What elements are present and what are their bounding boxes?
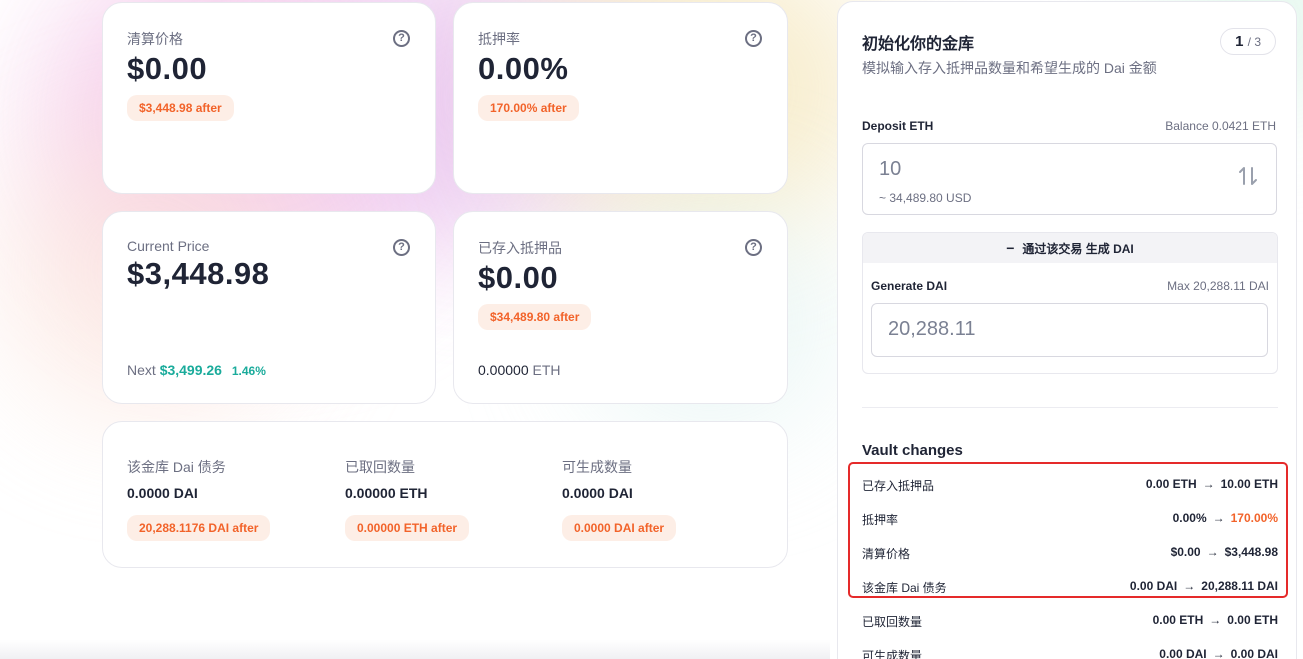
- available-after-badge: 0.0000 DAI after: [562, 515, 677, 541]
- deposit-input-box: ~ 34,489.80 USD: [862, 143, 1277, 215]
- vault-change-from: 0.00%: [1172, 511, 1207, 525]
- help-icon[interactable]: ?: [393, 239, 410, 256]
- vault-change-to: 170.00%: [1230, 511, 1278, 525]
- vault-change-row: 已存入抵押品 0.00 ETH → 10.00 ETH: [862, 477, 1278, 497]
- help-icon[interactable]: ?: [393, 30, 410, 47]
- collateral-eth-unit: ETH: [532, 362, 561, 378]
- vault-change-row: 该金库 Dai 债务 0.00 DAI → 20,288.11 DAI: [862, 579, 1278, 599]
- vault-change-values: 0.00 DAI → 0.00 DAI: [1159, 647, 1278, 659]
- panel-subtitle: 模拟输入存入抵押品数量和希望生成的 Dai 金额: [862, 60, 1157, 76]
- vault-change-values: 0.00% → 170.00%: [1173, 511, 1278, 525]
- collateral-locked-card: 已存入抵押品 $0.00 $34,489.80 after ? 0.00000 …: [453, 211, 788, 404]
- vault-change-row: 清算价格 $0.00 → $3,448.98: [862, 545, 1278, 565]
- vault-change-label: 已取回数量: [862, 615, 923, 629]
- step-total: / 3: [1247, 35, 1261, 49]
- collateral-eth-value: 0.00000: [478, 362, 529, 378]
- vault-change-to: 0.00 DAI: [1230, 647, 1278, 659]
- generate-input-box: [871, 303, 1268, 357]
- withdrawn-value: 0.00000 ETH: [345, 485, 428, 501]
- vault-change-label: 可生成数量: [862, 649, 923, 659]
- generate-dai-toggle[interactable]: − 通过该交易 生成 DAI: [863, 233, 1277, 263]
- help-icon[interactable]: ?: [745, 239, 762, 256]
- vault-change-to: 0.00 ETH: [1227, 613, 1278, 627]
- generate-dai-label: Generate DAI: [871, 279, 948, 293]
- collateral-locked-value: $0.00: [478, 260, 559, 295]
- vault-changes-title: Vault changes: [862, 442, 963, 459]
- vault-summary-card: 该金库 Dai 债务 0.0000 DAI 20,288.1176 DAI af…: [102, 421, 788, 568]
- collateral-ratio-card: 抵押率 0.00% 170.00% after ?: [453, 2, 788, 194]
- arrow-right-icon: →: [1183, 579, 1196, 593]
- bottom-fade: [0, 640, 830, 659]
- vault-change-values: 0.00 ETH → 0.00 ETH: [1153, 613, 1278, 627]
- vault-change-row: 已取回数量 0.00 ETH → 0.00 ETH: [862, 613, 1278, 633]
- current-price-label: Current Price: [127, 238, 210, 254]
- vault-change-values: $0.00 → $3,448.98: [1171, 545, 1278, 559]
- vault-change-from: 0.00 DAI: [1129, 579, 1178, 593]
- available-column: 可生成数量 0.0000 DAI 0.0000 DAI after: [562, 457, 677, 541]
- deposit-balance: Balance 0.0421 ETH: [1165, 119, 1276, 133]
- available-label: 可生成数量: [562, 459, 632, 475]
- vault-change-from: $0.00: [1170, 545, 1201, 559]
- vault-change-from: 0.00 DAI: [1159, 647, 1207, 659]
- deposit-label: Deposit ETH: [862, 119, 934, 133]
- withdrawn-after-badge: 0.00000 ETH after: [345, 515, 470, 541]
- deposit-eth-input[interactable]: [879, 158, 1219, 181]
- debt-after-badge: 20,288.1176 DAI after: [127, 515, 271, 541]
- debt-label: 该金库 Dai 债务: [127, 459, 226, 475]
- step-current: 1: [1235, 33, 1244, 50]
- collateral-ratio-after-badge: 170.00% after: [478, 95, 579, 121]
- arrow-right-icon: →: [1212, 647, 1225, 659]
- generate-dai-input[interactable]: [888, 318, 1248, 341]
- generate-dai-toggle-label: 通过该交易 生成 DAI: [1022, 241, 1134, 256]
- current-price-value: $3,448.98: [127, 256, 270, 291]
- collateral-ratio-label: 抵押率: [478, 31, 520, 47]
- next-price-line: Next $3,499.26 1.46%: [127, 362, 266, 378]
- minus-icon: −: [1006, 240, 1015, 256]
- arrow-right-icon: →: [1209, 613, 1222, 627]
- vault-change-to: $3,448.98: [1224, 545, 1278, 559]
- current-price-card: Current Price $3,448.98 ? Next $3,499.26…: [102, 211, 436, 404]
- available-value: 0.0000 DAI: [562, 485, 633, 501]
- help-icon[interactable]: ?: [745, 30, 762, 47]
- liquidation-price-after-badge: $3,448.98 after: [127, 95, 234, 121]
- arrow-right-icon: →: [1202, 477, 1215, 491]
- arrow-right-icon: →: [1206, 545, 1219, 559]
- next-price-label: Next: [127, 362, 156, 378]
- liquidation-price-card: 清算价格 $0.00 $3,448.98 after ?: [102, 2, 436, 194]
- collateral-ratio-value: 0.00%: [478, 51, 569, 86]
- deposit-usd-value: ~ 34,489.80 USD: [879, 191, 972, 205]
- vault-change-row: 抵押率 0.00% → 170.00%: [862, 511, 1278, 531]
- step-indicator: 1 / 3: [1220, 28, 1276, 55]
- generate-dai-section: − 通过该交易 生成 DAI Generate DAI Max 20,288.1…: [862, 232, 1278, 374]
- withdrawn-column: 已取回数量 0.00000 ETH 0.00000 ETH after: [345, 457, 470, 541]
- liquidation-price-label: 清算价格: [127, 31, 183, 47]
- next-price-value: $3,499.26: [159, 362, 222, 378]
- panel-title: 初始化你的金库: [862, 36, 975, 53]
- vault-change-label: 抵押率: [862, 513, 899, 527]
- generate-dai-max[interactable]: Max 20,288.11 DAI: [1167, 279, 1269, 293]
- debt-value: 0.0000 DAI: [127, 485, 198, 501]
- collateral-eth-amount: 0.00000 ETH: [478, 362, 561, 378]
- vault-change-values: 0.00 ETH → 10.00 ETH: [1146, 477, 1278, 491]
- withdrawn-label: 已取回数量: [345, 459, 415, 475]
- vault-change-values: 0.00 DAI → 20,288.11 DAI: [1130, 579, 1278, 593]
- panel-divider: [862, 407, 1278, 408]
- vault-change-to: 10.00 ETH: [1220, 477, 1278, 491]
- vault-change-from: 0.00 ETH: [1152, 613, 1204, 627]
- vault-change-label: 已存入抵押品: [862, 479, 935, 493]
- swap-icon[interactable]: [1238, 164, 1258, 188]
- collateral-locked-label: 已存入抵押品: [478, 240, 562, 256]
- vault-change-label: 该金库 Dai 债务: [862, 581, 947, 595]
- collateral-locked-after-badge: $34,489.80 after: [478, 304, 592, 330]
- next-price-percent: 1.46%: [231, 364, 266, 378]
- open-vault-panel: 初始化你的金库 模拟输入存入抵押品数量和希望生成的 Dai 金额 1 / 3 D…: [837, 1, 1297, 659]
- vault-change-to: 20,288.11 DAI: [1201, 579, 1278, 593]
- vault-change-row: 可生成数量 0.00 DAI → 0.00 DAI: [862, 647, 1278, 659]
- vault-change-from: 0.00 ETH: [1145, 477, 1197, 491]
- arrow-right-icon: →: [1212, 511, 1225, 525]
- liquidation-price-value: $0.00: [127, 51, 208, 86]
- vault-change-label: 清算价格: [862, 547, 911, 561]
- debt-column: 该金库 Dai 债务 0.0000 DAI 20,288.1176 DAI af…: [127, 457, 271, 541]
